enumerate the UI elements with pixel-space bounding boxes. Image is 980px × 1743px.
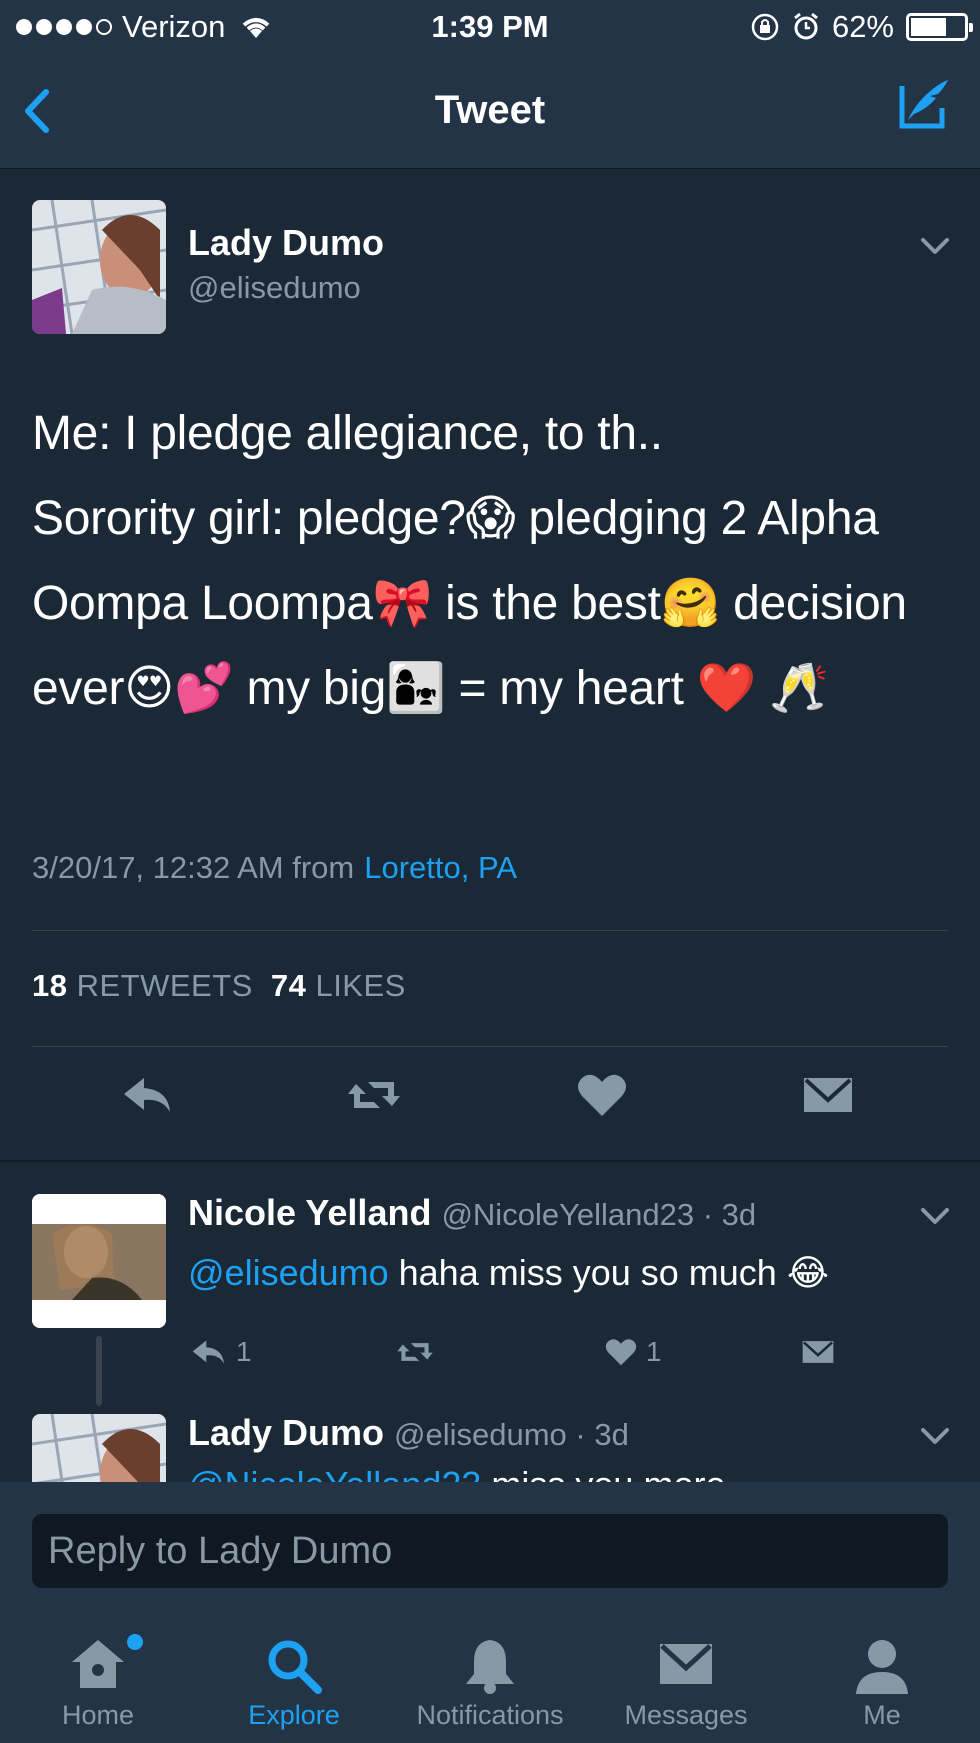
reply-icon — [192, 1340, 224, 1364]
retweets-count[interactable]: 18 — [32, 968, 67, 1003]
avatar[interactable] — [32, 1414, 166, 1482]
reply-count: 1 — [236, 1336, 252, 1367]
tweet-line-1: Me: I pledge allegiance, to th.. — [32, 407, 663, 460]
tweet-text-segment: is the best — [432, 577, 661, 630]
tweet-text-segment: = my heart — [445, 662, 697, 715]
reply-tweet[interactable]: Lady Dumo @elisedumo · 3d @NicoleYelland2… — [0, 1384, 980, 1482]
scream-emoji: 😱 — [465, 490, 516, 546]
tab-label: Me — [863, 1700, 901, 1730]
sisters-emoji: 👩‍👧 — [386, 660, 446, 716]
retweet-action[interactable] — [392, 1332, 438, 1372]
alarm-icon — [794, 12, 818, 40]
likes-label[interactable]: LIKES — [315, 968, 405, 1003]
reply-text: @NicoleYelland23 miss you more — [188, 1464, 725, 1482]
page-title: Tweet — [434, 88, 546, 132]
tweet-line-2: Sorority girl: pledge?😱 pledging 2 Alpha… — [32, 476, 952, 731]
author-name[interactable]: Lady Dumo — [188, 222, 384, 264]
direct-message-icon — [802, 1341, 834, 1363]
reply-author-name[interactable]: Nicole Yelland — [188, 1192, 431, 1233]
search-icon — [268, 1640, 322, 1694]
status-bar-right: 62% — [750, 9, 973, 45]
reply-composer — [0, 1482, 980, 1604]
divider — [32, 1046, 948, 1047]
nav-bar: Tweet — [0, 54, 980, 169]
reply-icon[interactable] — [118, 1070, 178, 1120]
battery-icon — [906, 13, 973, 41]
envelope-icon — [660, 1644, 712, 1684]
reply-text-segment: miss you more — [481, 1464, 725, 1482]
avatar-image — [32, 1414, 166, 1482]
reply-text-segment: haha miss you so much — [388, 1252, 787, 1293]
tab-bar: Home Explore Notifications Messages Me — [0, 1604, 980, 1743]
retweet-icon — [397, 1343, 433, 1361]
like-heart-icon — [605, 1339, 637, 1366]
tab-explore[interactable]: Explore — [196, 1604, 392, 1743]
notification-dot — [127, 1634, 143, 1650]
tweet-text-segment: Sorority girl: pledge? — [32, 492, 466, 545]
main-tweet: Lady Dumo @elisedumo Me: I pledge allegi… — [0, 170, 980, 1160]
two-hearts-emoji: 💕 — [173, 660, 234, 716]
author-handle[interactable]: @elisedumo — [188, 270, 361, 306]
tweet-actions — [0, 1070, 980, 1130]
tweet-text-segment: my big — [233, 662, 387, 715]
home-icon — [72, 1640, 124, 1688]
tears-of-joy-emoji: 😂 — [786, 1253, 829, 1294]
avatar-image — [32, 1194, 166, 1328]
like-action[interactable]: 1 — [602, 1332, 662, 1372]
divider — [32, 930, 948, 931]
reply-author[interactable]: Nicole Yelland @NicoleYelland23 · 3d — [188, 1192, 756, 1234]
reply-author-handle[interactable]: @NicoleYelland23 · 3d — [441, 1197, 756, 1232]
heart-eyes-emoji: 😍 — [124, 660, 174, 716]
red-heart-emoji: ❤️ — [696, 660, 757, 716]
hug-emoji: 🤗 — [660, 575, 721, 631]
tweet-stats: 18 RETWEETS 74 LIKES — [32, 968, 406, 1004]
tab-label: Messages — [624, 1700, 748, 1730]
tweet-timestamp: 3/20/17, 12:32 AM from — [32, 850, 355, 885]
retweets-label[interactable]: RETWEETS — [77, 968, 253, 1003]
reply-author-handle[interactable]: @elisedumo · 3d — [394, 1417, 629, 1452]
avatar[interactable] — [32, 1194, 166, 1328]
tab-messages[interactable]: Messages — [588, 1604, 784, 1743]
bell-icon — [466, 1640, 514, 1694]
retweet-icon[interactable] — [344, 1070, 404, 1120]
compose-tweet-icon[interactable] — [894, 74, 954, 134]
reply-author-name[interactable]: Lady Dumo — [188, 1412, 384, 1453]
direct-message-icon[interactable] — [798, 1070, 858, 1120]
battery-percent: 62% — [831, 9, 894, 44]
tweet-text: Me: I pledge allegiance, to th.. Sororit… — [32, 392, 952, 731]
cheers-emoji: 🥂 — [769, 660, 829, 716]
reply-author[interactable]: Lady Dumo @elisedumo · 3d — [188, 1412, 629, 1454]
like-heart-icon[interactable] — [572, 1070, 632, 1120]
tab-label: Notifications — [416, 1700, 564, 1730]
mention-link[interactable]: @elisedumo — [188, 1252, 389, 1293]
reply-tweet[interactable]: Nicole Yelland @NicoleYelland23 · 3d @eli… — [0, 1162, 980, 1367]
tab-me[interactable]: Me — [784, 1604, 980, 1743]
tweet-meta: 3/20/17, 12:32 AM from Loretto, PA — [32, 850, 517, 886]
reply-input[interactable] — [32, 1514, 948, 1588]
avatar-image — [32, 200, 166, 334]
reply-text: @elisedumo haha miss you so much 😂 — [188, 1252, 829, 1294]
tab-notifications[interactable]: Notifications — [392, 1604, 588, 1743]
chevron-down-icon[interactable] — [920, 1206, 950, 1226]
like-count: 1 — [646, 1336, 662, 1367]
status-bar: Verizon 1:39 PM 62% — [0, 0, 980, 54]
chevron-down-icon[interactable] — [920, 1426, 950, 1446]
tab-home[interactable]: Home — [0, 1604, 196, 1743]
avatar[interactable] — [32, 200, 166, 334]
likes-count[interactable]: 74 — [271, 968, 306, 1003]
orientation-lock-icon — [751, 13, 779, 41]
tab-label: Home — [61, 1700, 135, 1730]
mention-link[interactable]: @NicoleYelland23 — [188, 1464, 481, 1482]
reply-actions: 1 1 — [188, 1332, 888, 1372]
dm-action[interactable] — [798, 1332, 838, 1372]
person-icon — [856, 1640, 908, 1694]
tab-label: Explore — [248, 1700, 340, 1730]
chevron-down-icon[interactable] — [920, 236, 950, 256]
ribbon-emoji: 🎀 — [372, 575, 433, 631]
reply-action[interactable]: 1 — [188, 1332, 252, 1372]
tweet-location-link[interactable]: Loretto, PA — [364, 850, 517, 885]
